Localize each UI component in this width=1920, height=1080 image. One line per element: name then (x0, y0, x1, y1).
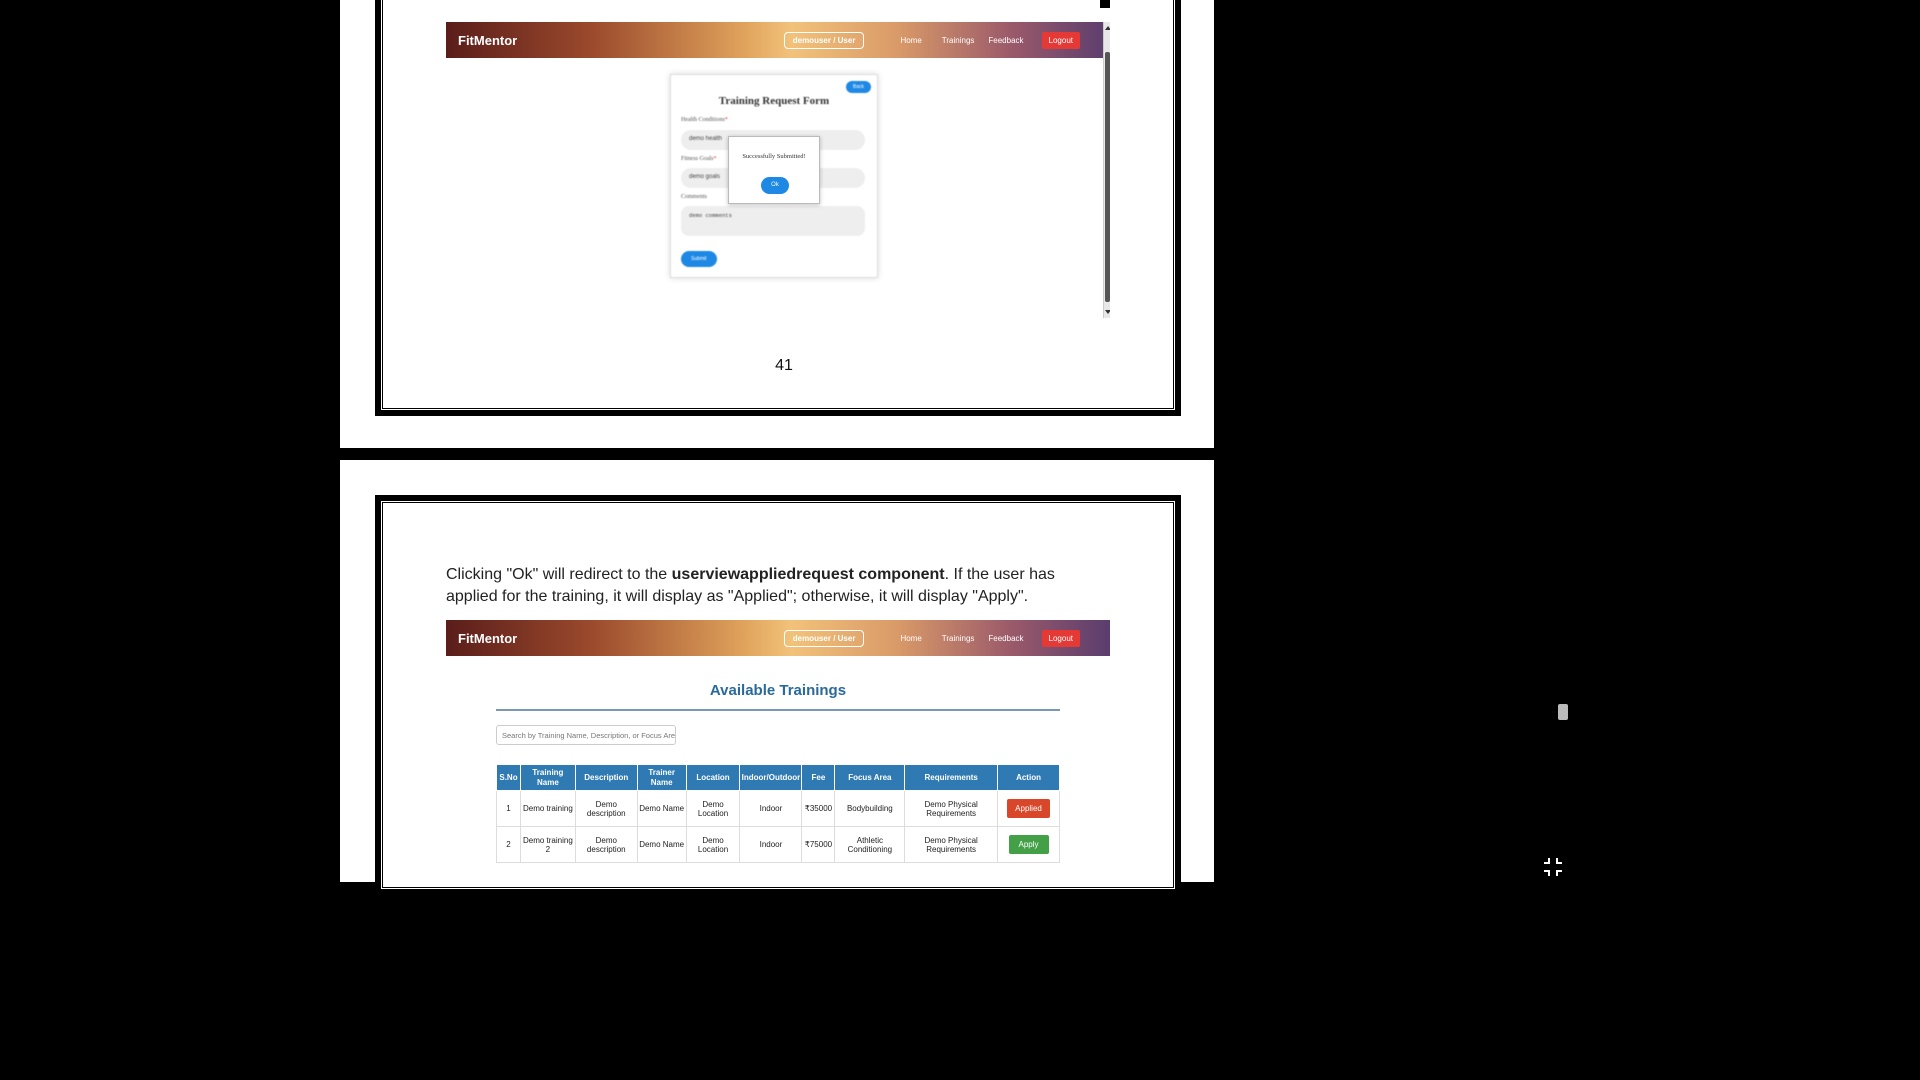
viewer-scroll-thumb[interactable] (1558, 704, 1568, 720)
cell-trainer-name: Demo Name (636, 826, 687, 863)
submit-button: Submit (681, 251, 717, 267)
navbar: FitMentor demouser / User Home Trainings… (446, 620, 1110, 656)
cell-description: Demo description (574, 790, 638, 827)
user-chip: demouser / User (783, 31, 865, 49)
search-input: Search by Training Name, Description, or… (496, 725, 676, 745)
cell-location: Demo Location (685, 826, 741, 863)
scroll-down-icon (1105, 310, 1110, 314)
paragraph-text: Clicking "Ok" will redirect to the (446, 566, 672, 583)
nav-home: Home (900, 633, 922, 643)
table-header-row: S.No Training Name Description Trainer N… (496, 764, 1060, 791)
viewer-scrollbar[interactable] (1556, 0, 1568, 882)
goals-label: Fitness Goals* (681, 156, 717, 162)
back-button: Back (845, 81, 871, 93)
cell-training-name: Demo training (519, 790, 576, 827)
comments-label: Comments (681, 194, 708, 200)
cell-indoor-outdoor: Indoor (739, 790, 803, 827)
nav-home: Home (900, 35, 922, 45)
col-training-name: Training Name (519, 764, 576, 791)
page-number: 41 (775, 357, 793, 374)
scroll-top-marker (1100, 0, 1110, 8)
scroll-up-icon (1105, 26, 1110, 30)
table-row: 1 Demo training Demo description Demo Na… (496, 790, 1060, 827)
cell-indoor-outdoor: Indoor (739, 826, 803, 863)
apply-button: Apply (1008, 835, 1049, 854)
form-screenshot: FitMentor demouser / User Home Trainings… (446, 22, 1110, 318)
col-requirements: Requirements (904, 764, 999, 791)
col-fee: Fee (801, 764, 836, 791)
nav-feedback: Feedback (988, 35, 1024, 45)
ok-button: Ok (761, 177, 789, 194)
col-focus-area: Focus Area (834, 764, 906, 791)
body-paragraph: Clicking "Ok" will redirect to the userv… (446, 564, 1106, 608)
trainings-title: Available Trainings (709, 682, 847, 699)
table-row: 2 Demo training 2 Demo description Demo … (496, 826, 1060, 863)
scroll-thumb (1105, 52, 1110, 302)
cell-focus-area: Bodybuilding (834, 790, 906, 827)
dialog-message: Successfully Submitted! (742, 153, 806, 160)
title-divider (496, 709, 1060, 711)
col-description: Description (574, 764, 638, 791)
cell-focus-area: Athletic Conditioning (834, 826, 906, 863)
form-title: Training Request Form (718, 95, 830, 107)
success-dialog: Successfully Submitted! Ok (728, 136, 820, 204)
nav-trainings: Trainings (941, 35, 975, 45)
col-action: Action (997, 764, 1060, 791)
cell-fee: ₹35000 (801, 790, 836, 827)
cell-description: Demo description (574, 826, 638, 863)
cell-sno: 1 (496, 790, 521, 827)
health-label: Health Conditions* (681, 117, 728, 123)
cell-trainer-name: Demo Name (636, 790, 687, 827)
col-sno: S.No (496, 764, 521, 791)
required-marker: * (724, 117, 728, 123)
cell-location: Demo Location (685, 790, 741, 827)
col-indoor-outdoor: Indoor/Outdoor (739, 764, 803, 791)
navbar: FitMentor demouser / User Home Trainings… (446, 22, 1110, 58)
nav-trainings: Trainings (941, 633, 975, 643)
cell-requirements: Demo Physical Requirements (904, 826, 999, 863)
exit-fullscreen-icon[interactable] (1542, 856, 1564, 878)
cell-requirements: Demo Physical Requirements (904, 790, 999, 827)
comments-field: demo comments (681, 206, 865, 236)
cell-training-name: Demo training 2 (519, 826, 576, 863)
logout-button: Logout (1041, 629, 1080, 647)
cell-action: Applied (997, 790, 1060, 827)
inner-scrollbar (1103, 22, 1110, 318)
col-location: Location (685, 764, 741, 791)
cell-sno: 2 (496, 826, 521, 863)
brand-logo: FitMentor (458, 630, 518, 646)
cell-action: Apply (997, 826, 1060, 863)
trainings-screenshot: FitMentor demouser / User Home Trainings… (446, 620, 1110, 882)
required-marker: * (713, 156, 717, 162)
nav-feedback: Feedback (988, 633, 1024, 643)
applied-button: Applied (1007, 799, 1050, 818)
brand-logo: FitMentor (458, 32, 518, 48)
user-chip: demouser / User (783, 629, 865, 647)
goals-label-text: Fitness Goals (681, 156, 714, 162)
trainings-table: S.No Training Name Description Trainer N… (496, 764, 1060, 863)
logout-button: Logout (1041, 31, 1080, 49)
col-trainer-name: Trainer Name (636, 764, 687, 791)
exit-fullscreen-glyph (1544, 858, 1562, 876)
component-name: userviewappliedrequest component (671, 566, 945, 583)
health-label-text: Health Conditions (681, 117, 725, 123)
cell-fee: ₹75000 (801, 826, 836, 863)
